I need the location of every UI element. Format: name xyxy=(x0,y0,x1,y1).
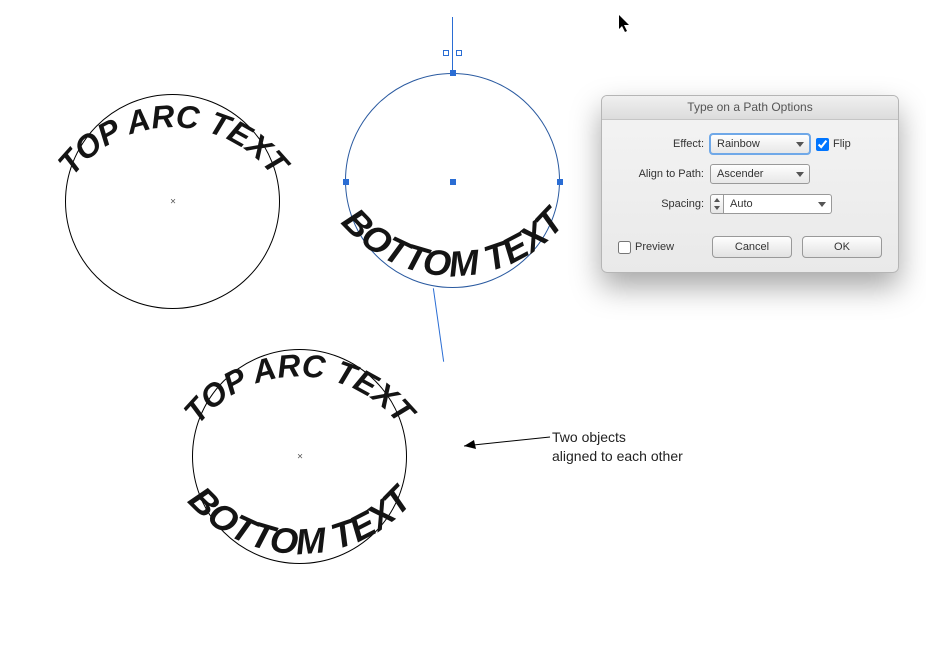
bracket-handle-top-right[interactable] xyxy=(456,50,462,56)
canvas: × TOP ARC TEXT BOTTOM TEXT × TOP ARC TEX… xyxy=(0,0,926,624)
align-label: Align to Path: xyxy=(618,168,704,180)
ok-button[interactable]: OK xyxy=(802,236,882,258)
selection-anchor-left[interactable] xyxy=(343,179,349,185)
flip-checkbox-input[interactable] xyxy=(816,138,829,151)
circle-bottom-combined[interactable] xyxy=(192,349,407,564)
cancel-button[interactable]: Cancel xyxy=(712,236,792,258)
preview-checkbox-input[interactable] xyxy=(618,241,631,254)
annotation-arrow xyxy=(450,422,560,462)
bracket-handle-top-left[interactable] xyxy=(443,50,449,56)
selection-anchor-top[interactable] xyxy=(450,70,456,76)
selection-center-anchor[interactable] xyxy=(450,179,456,185)
effect-label: Effect: xyxy=(618,138,704,150)
dialog-body: Effect: Rainbow Flip Align to Path: Asce… xyxy=(602,120,898,272)
spacing-stepper[interactable] xyxy=(710,194,724,214)
annotation-text: Two objects aligned to each other xyxy=(552,428,683,466)
spacing-select[interactable]: Auto xyxy=(724,194,832,214)
circle-top-left[interactable] xyxy=(65,94,280,309)
flip-checkbox[interactable]: Flip xyxy=(816,138,851,151)
align-select[interactable]: Ascender xyxy=(710,164,810,184)
bracket-line-bottom xyxy=(433,288,444,361)
mouse-cursor-icon xyxy=(618,14,632,34)
annotation-line-1: Two objects xyxy=(552,429,626,445)
effect-select[interactable]: Rainbow xyxy=(710,134,810,154)
spacing-label: Spacing: xyxy=(618,198,704,210)
type-on-path-options-dialog: Type on a Path Options Effect: Rainbow F… xyxy=(601,95,899,273)
dialog-title: Type on a Path Options xyxy=(602,96,898,120)
bracket-line-top xyxy=(452,17,453,72)
preview-checkbox[interactable]: Preview xyxy=(618,241,674,254)
selection-anchor-right[interactable] xyxy=(557,179,563,185)
annotation-line-2: aligned to each other xyxy=(552,448,683,464)
